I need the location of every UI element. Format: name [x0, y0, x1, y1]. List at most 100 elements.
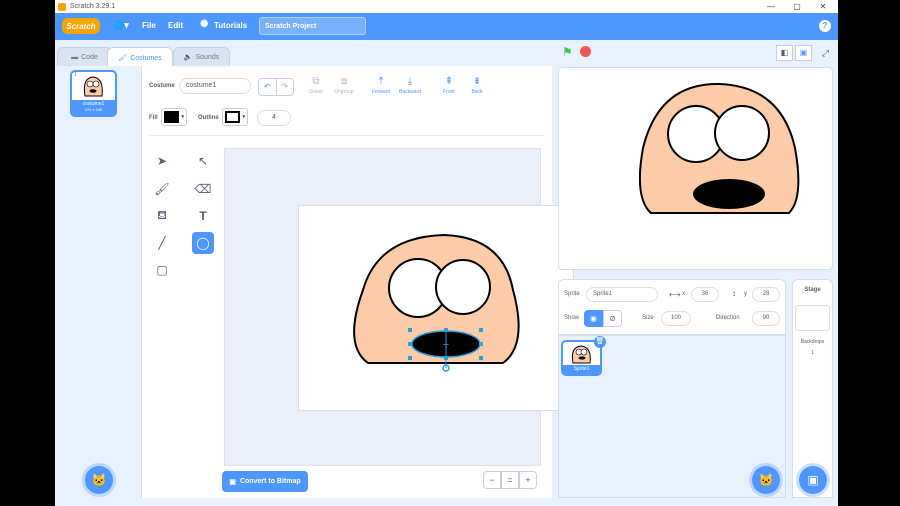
- redo-icon[interactable]: ↷: [277, 79, 294, 95]
- tab-code-label: Code: [81, 53, 98, 61]
- title-bar: Scratch 3.29.1: [55, 0, 838, 13]
- sprite-label: Sprite: [564, 291, 580, 297]
- outline-width-input[interactable]: 4: [257, 110, 291, 126]
- group-icon: ⧉: [312, 76, 320, 87]
- back-arrow-icon: ⇟: [472, 76, 482, 87]
- outline-label: Outline: [198, 115, 219, 121]
- ungroup-button[interactable]: ⧈ Ungroup: [330, 76, 358, 95]
- fullscreen-icon[interactable]: ⤢: [817, 45, 834, 61]
- large-stage-icon[interactable]: ▣: [795, 45, 812, 61]
- backdrops-label: Backdrops: [800, 339, 825, 345]
- y-label: y: [744, 291, 747, 297]
- rectangle-tool-icon[interactable]: ▢: [151, 259, 173, 281]
- stage-header: ⚑ ◧ ▣ ⤢: [557, 42, 838, 66]
- speaker-icon: 🔈: [183, 54, 193, 61]
- scratch-logo[interactable]: Scratch: [62, 18, 100, 34]
- forward-button[interactable]: ⤒ Forward: [367, 76, 395, 95]
- show-visible-eye-icon[interactable]: ◉: [584, 310, 603, 327]
- line-tool-icon[interactable]: ╱: [151, 232, 173, 254]
- tab-code[interactable]: ▬ Code: [57, 47, 112, 67]
- close-window-button[interactable]: ✕: [810, 0, 836, 13]
- costume-tile-name: costume1: [82, 101, 105, 107]
- show-hidden-eye-icon[interactable]: ⊘: [603, 310, 622, 327]
- costume-tile[interactable]: 1 costume1 274 x 240: [70, 70, 117, 117]
- green-flag-icon[interactable]: ⚑: [562, 45, 573, 59]
- backward-label: Backward: [399, 89, 421, 95]
- fill-label: Fill: [149, 115, 158, 121]
- choose-backdrop-icon[interactable]: ▣: [799, 466, 827, 494]
- tab-costumes[interactable]: 🖌 Costumes: [107, 47, 173, 68]
- tab-sounds[interactable]: 🔈 Sounds: [173, 47, 230, 67]
- outline-dropdown-caret: ▾: [242, 114, 245, 120]
- project-title-input[interactable]: Scratch Project: [259, 17, 366, 35]
- select-tool-arrow-icon[interactable]: ➤: [151, 150, 173, 172]
- costume-name-label: Costume: [149, 83, 175, 89]
- backward-arrow-icon: ⤓: [407, 76, 413, 87]
- help-icon[interactable]: ?: [819, 20, 831, 32]
- backward-button[interactable]: ⤓ Backward: [396, 76, 424, 95]
- svg-text:+: +: [443, 339, 449, 351]
- outline-color-chip: [225, 111, 240, 123]
- stage-panel-title: Stage: [804, 287, 821, 293]
- fill-color-chip: [164, 111, 179, 123]
- forward-label: Forward: [371, 89, 391, 95]
- eraser-tool-icon[interactable]: ⌫: [192, 178, 214, 200]
- sprite-name-input[interactable]: Sprite1: [586, 287, 658, 302]
- edit-menu[interactable]: Edit: [168, 21, 183, 30]
- y-input[interactable]: 28: [752, 287, 780, 302]
- maximize-button[interactable]: ▢: [784, 0, 810, 13]
- stop-icon[interactable]: [580, 46, 591, 57]
- costume-name-input[interactable]: costume1: [179, 78, 251, 94]
- x-label: x: [682, 291, 685, 297]
- backdrops-count: 1: [811, 350, 814, 356]
- undo-icon[interactable]: ↶: [259, 79, 277, 95]
- reshape-tool-icon[interactable]: ↖: [192, 150, 214, 172]
- front-arrow-icon: ⇞: [444, 76, 454, 87]
- choose-costume-cat-icon[interactable]: 🐱: [85, 466, 113, 494]
- fill-color-swatch[interactable]: ▾: [161, 108, 187, 126]
- zoom-in-icon[interactable]: +: [519, 471, 537, 489]
- tab-sounds-label: Sounds: [195, 53, 220, 61]
- language-menu-globe-icon[interactable]: 🌐▾: [113, 20, 129, 31]
- costume-drawing[interactable]: +: [298, 205, 574, 411]
- fill-bucket-tool-icon[interactable]: ⛾: [151, 205, 173, 227]
- undo-redo-group: ↶ ↷: [258, 78, 294, 96]
- group-label: Group: [309, 89, 323, 95]
- size-input[interactable]: 100: [661, 311, 691, 326]
- circle-tool-icon[interactable]: ◯: [192, 232, 214, 254]
- lightbulb-icon: ✺: [200, 19, 209, 30]
- stage[interactable]: [558, 67, 833, 270]
- x-input[interactable]: 36: [691, 287, 719, 302]
- direction-input[interactable]: 90: [752, 311, 780, 326]
- text-tool-icon[interactable]: T: [192, 205, 214, 227]
- zoom-out-icon[interactable]: −: [483, 471, 501, 489]
- fill-dropdown-caret: ▾: [181, 114, 184, 120]
- tutorials-menu[interactable]: Tutorials: [214, 21, 247, 30]
- brush-tool-icon[interactable]: 🖌: [151, 178, 173, 200]
- toolbar-divider: [149, 135, 545, 136]
- front-button[interactable]: ⇞ Front: [435, 76, 463, 95]
- outline-color-swatch[interactable]: ▾: [222, 108, 248, 126]
- delete-sprite-trash-icon[interactable]: 🗑: [594, 336, 606, 348]
- x-arrows-icon: ⟷: [669, 290, 681, 299]
- window-title: Scratch 3.29.1: [70, 3, 116, 10]
- costume-tile-footer: costume1 274 x 240: [72, 100, 115, 115]
- minimize-button[interactable]: —: [758, 0, 784, 13]
- backdrop-thumbnail: [795, 305, 830, 331]
- choose-sprite-cat-icon[interactable]: 🐱: [752, 466, 780, 494]
- scratch-app-icon: [58, 2, 66, 11]
- zoom-reset-button[interactable]: =: [501, 471, 519, 489]
- ungroup-icon: ⧈: [340, 76, 348, 87]
- group-button[interactable]: ⧉ Group: [302, 76, 330, 95]
- sprite-tile-name: Sprite1: [563, 365, 600, 374]
- convert-to-bitmap-button[interactable]: ▣ Convert to Bitmap: [222, 471, 308, 492]
- forward-arrow-icon: ⤒: [378, 76, 384, 87]
- menu-bar: Scratch 🌐▾ File Edit ✺ Tutorials Scratch…: [55, 13, 838, 40]
- direction-label: Direction: [716, 315, 740, 321]
- size-label: Size: [642, 315, 654, 321]
- small-stage-icon[interactable]: ◧: [776, 45, 793, 61]
- brush-icon: 🖌: [118, 55, 128, 62]
- back-button[interactable]: ⇟ Back: [463, 76, 491, 95]
- file-menu[interactable]: File: [142, 21, 156, 30]
- front-label: Front: [443, 89, 455, 95]
